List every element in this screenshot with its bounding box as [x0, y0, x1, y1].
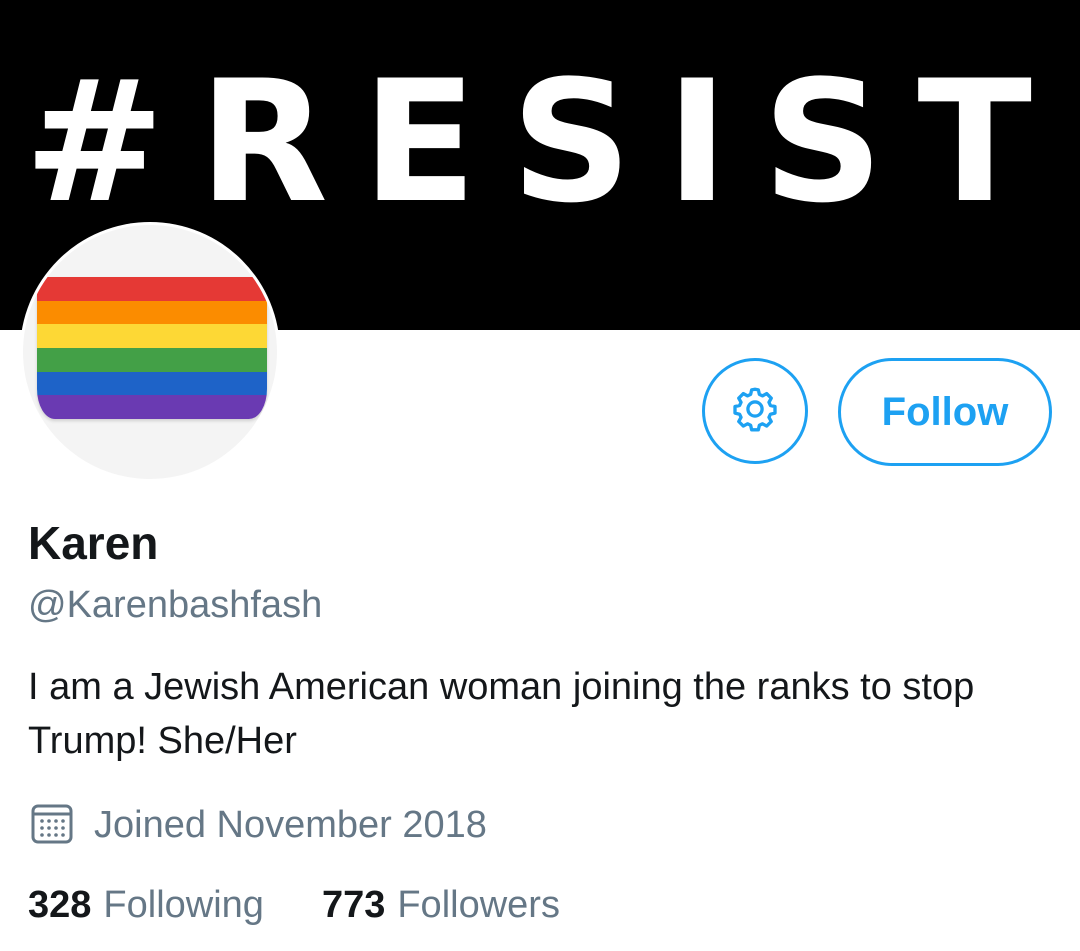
- profile-stats: 328 Following 773 Followers: [28, 878, 560, 932]
- gear-icon: [730, 384, 780, 439]
- following-label: Following: [103, 883, 264, 926]
- calendar-icon: [28, 799, 76, 852]
- avatar[interactable]: [20, 222, 280, 482]
- avatar-image: [23, 225, 277, 479]
- following-count: 328: [28, 883, 92, 926]
- follow-button[interactable]: Follow: [838, 358, 1052, 466]
- following-link[interactable]: 328 Following: [28, 884, 264, 927]
- profile-handle: @Karenbashfash: [28, 584, 323, 626]
- followers-label: Followers: [397, 883, 560, 926]
- followers-count: 773: [321, 883, 386, 926]
- rainbow-flag-icon: [37, 277, 267, 419]
- joined-text: Joined November 2018: [94, 803, 487, 846]
- followers-link[interactable]: 773 Followers: [322, 884, 560, 927]
- profile-bio: I am a Jewish American woman joining the…: [28, 666, 975, 762]
- settings-button[interactable]: [702, 358, 808, 464]
- joined-date: Joined November 2018: [28, 800, 487, 850]
- banner-text: #RESIST: [24, 44, 1066, 240]
- profile-name: Karen: [28, 517, 159, 569]
